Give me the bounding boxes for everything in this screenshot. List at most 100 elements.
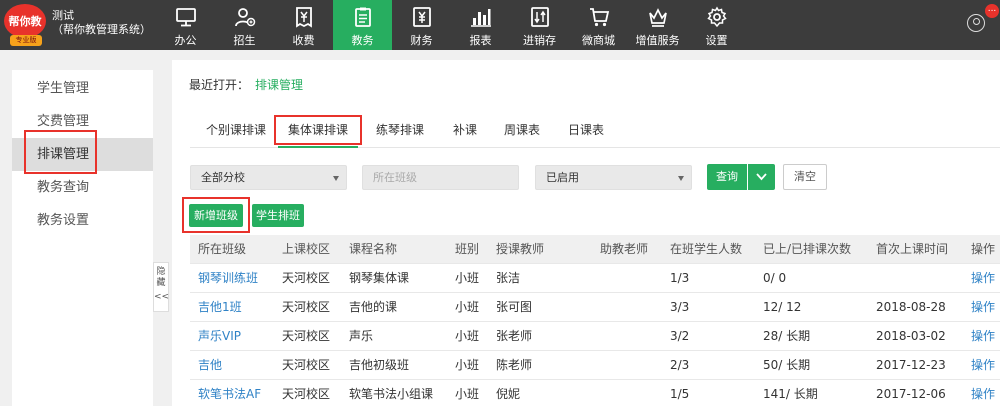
- gear-icon: [706, 6, 728, 28]
- class-table: 所在班级 上课校区 课程名称 班别 授课教师 助教老师 在班学生人数 已上/已排…: [190, 235, 1000, 406]
- operation-link[interactable]: 操作: [971, 380, 995, 406]
- nav-charge[interactable]: 收费: [274, 0, 333, 50]
- operation-link[interactable]: 操作: [971, 293, 995, 322]
- table-row: 吉他 天河校区 吉他初级班 小班 陈老师 2/3 50/ 长期 2017-12-…: [190, 351, 1000, 380]
- yen-doc-icon: [411, 6, 433, 28]
- course-cell: 吉他初级班: [349, 358, 410, 372]
- course-cell: 吉他的课: [349, 300, 398, 314]
- status-select[interactable]: 已启用: [535, 165, 692, 190]
- sidebar-item-academic-settings[interactable]: 教务设置: [12, 204, 153, 237]
- operation-link[interactable]: 操作: [971, 322, 995, 351]
- notification-badge[interactable]: ...: [985, 4, 999, 18]
- header-student-count[interactable]: 在班学生人数: [670, 235, 742, 264]
- app-logo[interactable]: 帮你教 专业版: [4, 4, 46, 46]
- operation-link[interactable]: 操作: [971, 264, 995, 293]
- campus-select[interactable]: 全部分校: [190, 165, 347, 190]
- logo-text: 帮你教: [4, 4, 46, 38]
- header-class[interactable]: 所在班级: [198, 235, 246, 264]
- course-cell: 声乐: [349, 329, 374, 343]
- first-lesson-cell: 2018-08-28: [876, 300, 946, 314]
- recent-link-scheduling[interactable]: 排课管理: [255, 78, 303, 92]
- nav-mall[interactable]: 微商城: [569, 0, 628, 50]
- top-navigation-bar: 帮你教 专业版 测试 （帮你教管理系统） 办公 招生 收费 教务 财务 报表 进…: [0, 0, 1000, 50]
- lesson-count-cell: 12/ 12: [763, 300, 802, 314]
- header-class-type[interactable]: 班别: [455, 235, 479, 264]
- nav-value-added[interactable]: 增值服务: [628, 0, 687, 50]
- nav-settings[interactable]: 设置: [687, 0, 746, 50]
- class-name-link[interactable]: 吉他: [198, 351, 222, 380]
- tab-makeup[interactable]: 补课: [450, 116, 480, 148]
- tab-daily[interactable]: 日课表: [566, 116, 606, 148]
- sidebar-item-academic-query[interactable]: 教务查询: [12, 171, 153, 204]
- tab-weekly[interactable]: 周课表: [502, 116, 542, 148]
- nav-academic[interactable]: 教务: [333, 0, 392, 50]
- highlight-box-new-class: [182, 197, 250, 233]
- class-name-link[interactable]: 钢琴训练班: [198, 264, 258, 293]
- teacher-cell: 张老师: [496, 329, 533, 343]
- highlight-box-sidebar: [24, 130, 97, 174]
- class-type-cell: 小班: [455, 387, 480, 401]
- header-assistant[interactable]: 助教老师: [600, 235, 648, 264]
- cart-icon: [588, 6, 610, 28]
- lesson-count-cell: 0/ 0: [763, 271, 787, 285]
- campus-cell: 天河校区: [282, 329, 331, 343]
- class-name-link[interactable]: 软笔书法AF: [198, 380, 261, 406]
- main-content: 最近打开： 排课管理 个别课排课 集体课排课 练琴排课 补课 周课表 日课表 全部…: [172, 60, 1000, 406]
- lesson-count-cell: 141/ 长期: [763, 387, 818, 401]
- sidebar-item-students[interactable]: 学生管理: [12, 72, 153, 105]
- header-campus[interactable]: 上课校区: [282, 235, 330, 264]
- class-type-cell: 小班: [455, 271, 480, 285]
- class-input-placeholder: 所在班级: [373, 171, 417, 184]
- campus-cell: 天河校区: [282, 271, 331, 285]
- sidebar: 学生管理 交费管理 排课管理 教务查询 教务设置: [12, 70, 153, 406]
- user-avatar-icon[interactable]: [967, 14, 985, 32]
- nav-finance-label: 财务: [410, 34, 433, 47]
- nav-inventory-label: 进销存: [523, 34, 556, 47]
- user-add-icon: [234, 6, 256, 28]
- teacher-cell: 张可图: [496, 300, 533, 314]
- collapse-arrow-icon: <<: [154, 292, 170, 302]
- student-count-cell: 3/3: [670, 300, 690, 314]
- chevron-down-icon: [678, 176, 684, 181]
- query-button[interactable]: 查询: [707, 164, 747, 190]
- operation-link[interactable]: 操作: [971, 351, 995, 380]
- inventory-icon: [529, 6, 551, 28]
- table-row: 吉他1班 天河校区 吉他的课 小班 张可图 3/3 12/ 12 2018-08…: [190, 293, 1000, 322]
- collapse-label: 隐藏: [156, 267, 166, 288]
- org-name-line1: 测试: [52, 9, 74, 22]
- nav-reports[interactable]: 报表: [451, 0, 510, 50]
- highlight-box-tab: [274, 115, 362, 145]
- class-name-link[interactable]: 吉他1班: [198, 293, 242, 322]
- class-type-cell: 小班: [455, 300, 480, 314]
- first-lesson-cell: 2017-12-23: [876, 358, 946, 372]
- campus-select-value: 全部分校: [201, 171, 245, 184]
- nav-finance[interactable]: 财务: [392, 0, 451, 50]
- tab-practice[interactable]: 练琴排课: [375, 116, 425, 148]
- sidebar-collapse-toggle[interactable]: 隐藏 <<: [153, 262, 169, 312]
- query-dropdown-button[interactable]: [748, 164, 775, 190]
- student-assign-button[interactable]: 学生排班: [252, 204, 304, 227]
- lesson-count-cell: 28/ 长期: [763, 329, 811, 343]
- yen-receipt-icon: [293, 6, 315, 28]
- student-count-cell: 2/3: [670, 358, 690, 372]
- header-teacher[interactable]: 授课教师: [496, 235, 544, 264]
- nav-value-added-label: 增值服务: [635, 34, 680, 47]
- class-name-link[interactable]: 声乐VIP: [198, 322, 241, 351]
- student-count-cell: 3/2: [670, 329, 690, 343]
- student-count-cell: 1/5: [670, 387, 690, 401]
- class-input[interactable]: 所在班级: [362, 165, 519, 190]
- status-select-value: 已启用: [546, 171, 579, 184]
- nav-enroll-label: 招生: [233, 34, 256, 47]
- nav-office-label: 办公: [174, 34, 197, 47]
- table-row: 钢琴训练班 天河校区 钢琴集体课 小班 张洁 1/3 0/ 0 操作: [190, 264, 1000, 293]
- nav-inventory[interactable]: 进销存: [510, 0, 569, 50]
- header-course[interactable]: 课程名称: [349, 235, 397, 264]
- nav-reports-label: 报表: [469, 34, 492, 47]
- header-lesson-count[interactable]: 已上/已排课次数: [763, 235, 851, 264]
- recent-opened: 最近打开： 排课管理: [189, 76, 303, 93]
- clear-button[interactable]: 清空: [783, 164, 827, 190]
- nav-enroll[interactable]: 招生: [215, 0, 274, 50]
- nav-office[interactable]: 办公: [156, 0, 215, 50]
- tab-individual[interactable]: 个别课排课: [206, 116, 266, 148]
- header-first-lesson[interactable]: 首次上课时间: [876, 235, 948, 264]
